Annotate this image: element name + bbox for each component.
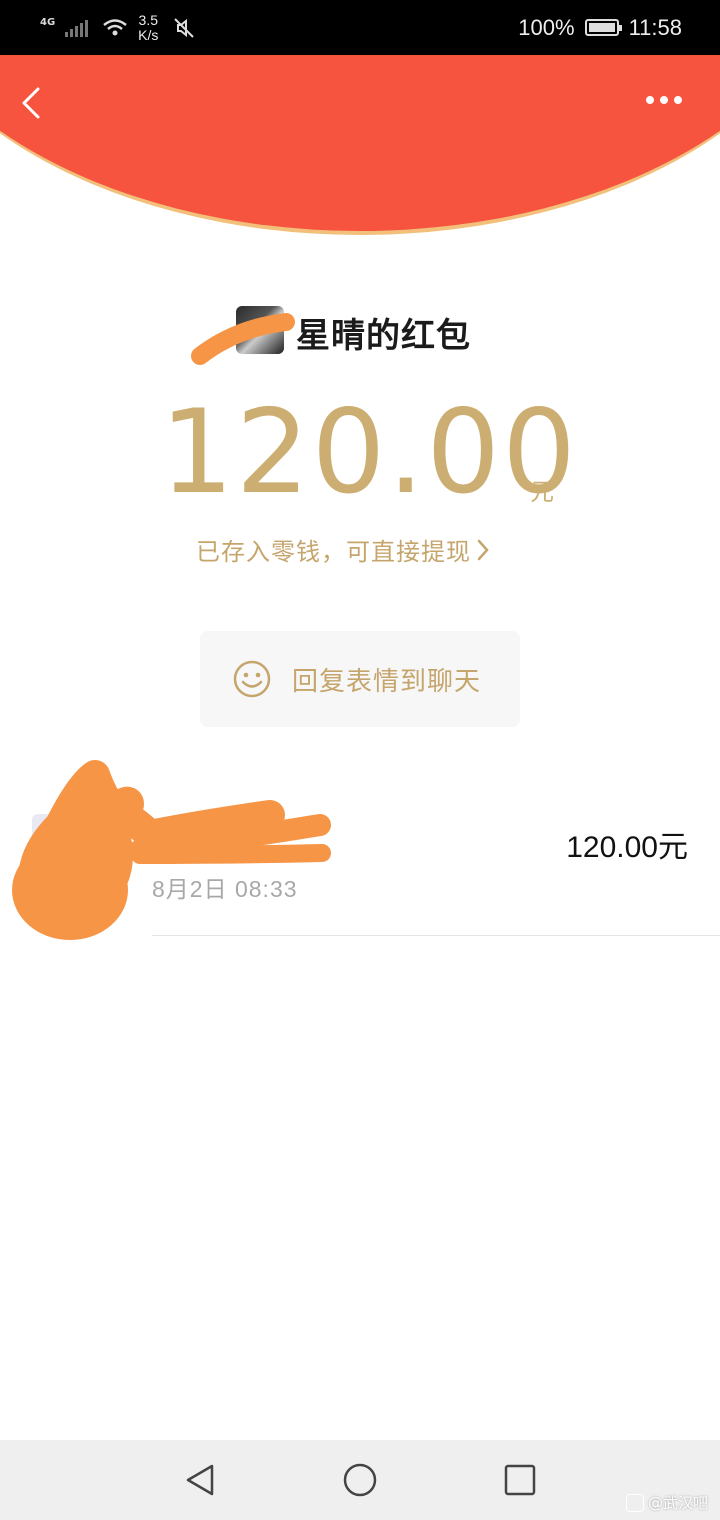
list-item[interactable]: 8月2日 08:33 120.00元 xyxy=(0,780,720,936)
amount-unit: 元 xyxy=(530,478,554,506)
watermark: @武汉吧 xyxy=(625,1492,708,1513)
battery-percent: 100% xyxy=(518,14,575,40)
reply-emoji-button[interactable]: 回复表情到聊天 xyxy=(200,631,520,727)
chevron-right-icon xyxy=(477,539,489,560)
network-speed: 3.5 K/s xyxy=(138,13,158,43)
red-packet-title: 星晴的红包 xyxy=(296,316,471,356)
speed-value: 3.5 xyxy=(138,12,159,28)
mute-icon xyxy=(174,18,195,38)
sender-avatar xyxy=(236,306,284,354)
status-right: 100% 11:58 xyxy=(518,0,682,55)
sender-row: 星晴的红包 xyxy=(0,300,720,365)
back-icon[interactable] xyxy=(14,83,50,123)
more-icon[interactable] xyxy=(644,93,684,107)
clock: 11:58 xyxy=(628,14,682,40)
speed-unit: K/s xyxy=(138,27,159,43)
signal-icon xyxy=(65,19,89,37)
square-recents-icon[interactable] xyxy=(500,1460,540,1500)
wallet-link[interactable]: 已存入零钱，可直接提现 xyxy=(196,532,491,567)
header-curve xyxy=(0,55,720,235)
watermark-text: @武汉吧 xyxy=(647,1494,708,1512)
record-time: 8月2日 08:33 xyxy=(152,876,298,902)
wifi-icon xyxy=(103,19,127,36)
amount-value: 120.00 xyxy=(160,385,578,520)
record-amount: 120.00元 xyxy=(566,831,688,864)
network-type: 4G xyxy=(40,16,56,28)
status-bar: 4G 3.5 K/s 100% 11:58 xyxy=(0,0,720,55)
battery-icon xyxy=(584,19,622,36)
watermark-logo-icon xyxy=(625,1493,644,1512)
smiley-icon xyxy=(233,660,271,698)
wallet-note: 已存入零钱，可直接提现 xyxy=(196,538,471,566)
triangle-back-icon[interactable] xyxy=(180,1460,220,1500)
system-nav-bar xyxy=(0,1440,720,1520)
divider xyxy=(152,935,720,936)
circle-home-icon[interactable] xyxy=(340,1460,380,1500)
red-packet-header xyxy=(0,55,720,240)
reply-label: 回复表情到聊天 xyxy=(292,666,482,697)
status-left: 4G 3.5 K/s xyxy=(40,10,196,46)
receiver-avatar xyxy=(32,814,96,878)
